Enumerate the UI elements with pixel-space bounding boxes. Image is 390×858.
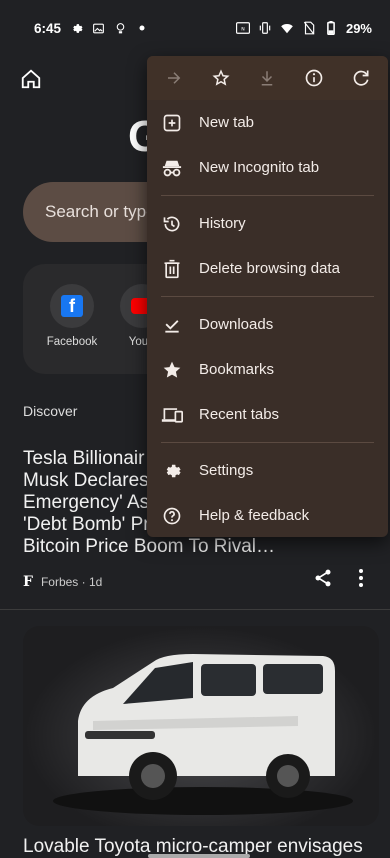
menu-item-downloads[interactable]: Downloads: [147, 302, 388, 347]
history-icon: [161, 213, 183, 235]
menu-item-new-incognito-tab[interactable]: New Incognito tab: [147, 145, 388, 190]
menu-item-label: New tab: [199, 114, 255, 131]
share-icon: [315, 569, 331, 587]
menu-item-history[interactable]: History: [147, 201, 388, 246]
download-button[interactable]: [253, 64, 281, 92]
lightbulb-icon: [113, 21, 127, 35]
forbes-logo-icon: F: [23, 574, 33, 590]
menu-item-label: History: [199, 215, 246, 232]
page-info-button[interactable]: [300, 64, 328, 92]
more-options-button[interactable]: [358, 568, 378, 594]
battery-icon: [324, 21, 338, 35]
refresh-icon: [353, 70, 369, 86]
forward-button[interactable]: [160, 64, 188, 92]
share-button[interactable]: [313, 568, 339, 594]
menu-item-delete-browsing-data[interactable]: Delete browsing data: [147, 246, 388, 291]
settings-icon: [69, 21, 83, 35]
overflow-menu: New tab New Incognito tab History Delete…: [147, 56, 388, 537]
gesture-nav-bar[interactable]: [148, 854, 250, 858]
menu-item-label: Recent tabs: [199, 406, 280, 423]
menu-item-label: New Incognito tab: [199, 159, 320, 176]
van-image: [53, 654, 353, 815]
menu-item-label: Delete browsing data: [199, 260, 340, 277]
menu-item-label: Help & feedback: [199, 507, 310, 524]
shortcut-facebook[interactable]: f Facebook: [39, 284, 105, 348]
menu-item-bookmarks[interactable]: Bookmarks: [147, 347, 388, 392]
image-icon: [91, 21, 105, 35]
info-icon: [305, 69, 323, 87]
download-icon: [262, 71, 273, 86]
home-button[interactable]: [20, 68, 46, 94]
star-icon: [161, 359, 183, 381]
no-sim-icon: [302, 21, 316, 35]
menu-item-label: Bookmarks: [199, 361, 275, 378]
shortcut-label: Facebook: [46, 336, 98, 348]
wifi-icon: [280, 21, 294, 35]
svg-text:N: N: [241, 26, 245, 32]
more-vert-icon: [359, 569, 363, 587]
status-time: 6:45: [34, 20, 62, 36]
new-tab-icon: [161, 112, 183, 134]
menu-toolbar: [147, 56, 388, 100]
gear-icon: [161, 460, 183, 482]
downloads-icon: [161, 314, 183, 336]
help-icon: [161, 505, 183, 527]
menu-divider: [161, 296, 374, 297]
status-bar: 6:45 N 29%: [0, 0, 390, 56]
battery-percent: 29%: [345, 20, 372, 36]
menu-item-label: Settings: [199, 462, 254, 479]
discover-heading: Discover: [23, 403, 78, 419]
menu-item-settings[interactable]: Settings: [147, 448, 388, 493]
dot-icon: [135, 21, 149, 35]
vibrate-icon: [258, 21, 272, 35]
nfc-icon: N: [235, 21, 250, 35]
menu-divider: [161, 195, 374, 196]
refresh-button[interactable]: [347, 64, 375, 92]
article-image[interactable]: [23, 626, 379, 826]
menu-item-help-feedback[interactable]: Help & feedback: [147, 493, 388, 538]
article-source-text: Forbes · 1d: [40, 575, 103, 589]
article-source: F Forbes · 1d: [23, 574, 102, 590]
bookmark-star-icon: [212, 69, 230, 86]
article-title-line: Bitcoin Price Boom To Rival…: [23, 536, 276, 557]
home-icon: [21, 69, 41, 89]
incognito-icon: [161, 157, 183, 179]
bookmark-button[interactable]: [207, 64, 235, 92]
menu-item-new-tab[interactable]: New tab: [147, 100, 388, 145]
forward-icon: [168, 72, 181, 84]
search-placeholder: Search or type: [45, 202, 156, 221]
trash-icon: [161, 258, 183, 280]
divider: [0, 609, 390, 610]
devices-icon: [161, 404, 183, 426]
menu-item-label: Downloads: [199, 316, 274, 333]
facebook-logo-icon: f: [61, 295, 83, 317]
menu-divider: [161, 442, 374, 443]
menu-item-recent-tabs[interactable]: Recent tabs: [147, 392, 388, 437]
